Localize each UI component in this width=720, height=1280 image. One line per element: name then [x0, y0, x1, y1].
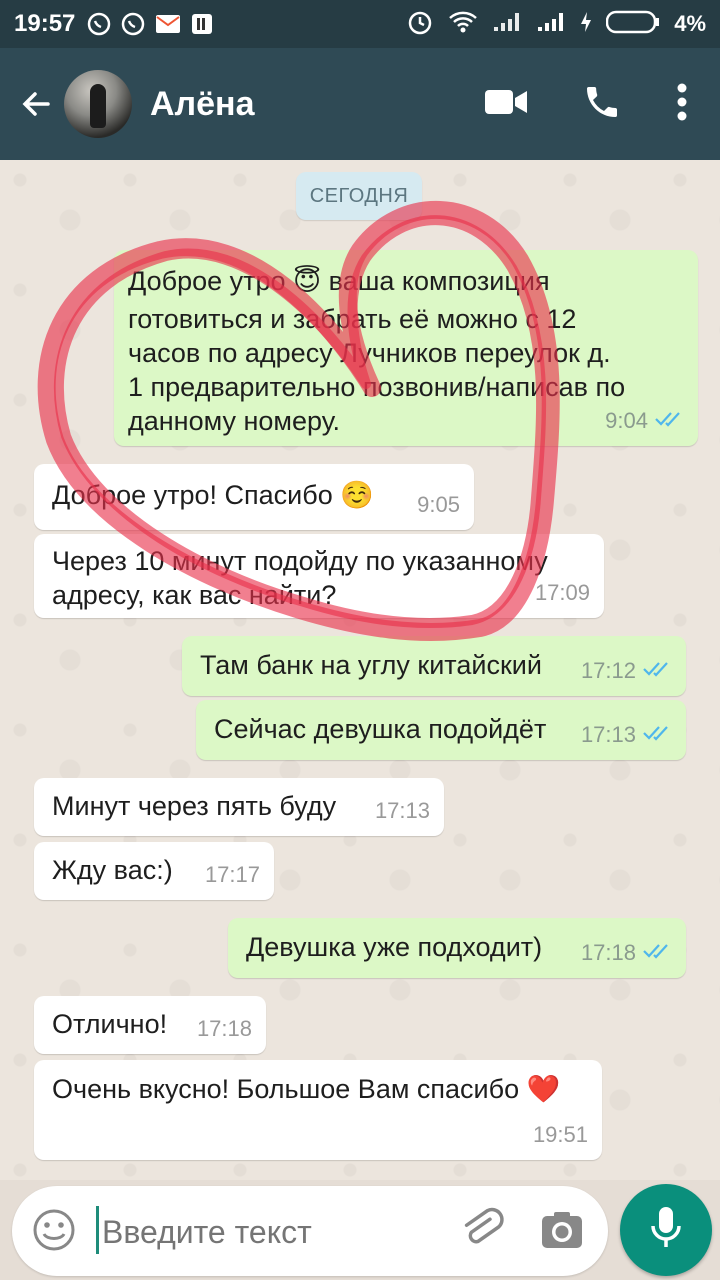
- double-check-icon: [642, 936, 672, 970]
- message-time: 19:51: [532, 1122, 588, 1147]
- message-incoming[interactable]: Жду вас:) 17:17: [34, 842, 274, 900]
- text-cursor: [96, 1206, 99, 1254]
- message-time: 9:05: [417, 492, 460, 517]
- message-text: Через 10 минут подойду по указанному: [52, 546, 548, 576]
- message-text: Девушка уже подходит): [246, 932, 543, 962]
- message-input[interactable]: [100, 1208, 434, 1256]
- message-input-container[interactable]: [12, 1186, 608, 1276]
- status-time: 19:57: [14, 10, 76, 37]
- emoji-icon[interactable]: [32, 1208, 76, 1257]
- message-outgoing[interactable]: Доброе утро 😇 ваша композиция готовиться…: [114, 250, 698, 446]
- video-call-icon[interactable]: [484, 87, 528, 122]
- avatar[interactable]: [64, 70, 132, 138]
- message-time: 17:13: [580, 722, 636, 747]
- message-incoming[interactable]: Отлично! 17:18: [34, 996, 266, 1054]
- attach-icon[interactable]: [458, 1206, 506, 1259]
- phone-icon[interactable]: [582, 82, 622, 127]
- mic-icon: [648, 1204, 684, 1257]
- message-incoming[interactable]: Минут через пять буду 17:13: [34, 778, 444, 836]
- message-text: Там банк на углу китайский: [200, 650, 542, 680]
- contact-name[interactable]: Алёна: [150, 85, 255, 124]
- message-text: Жду вас:): [52, 855, 173, 885]
- message-text: Доброе утро! Спасибо ☺️: [52, 480, 374, 510]
- message-text: Доброе утро 😇 ваша композиция: [128, 266, 550, 296]
- camera-icon[interactable]: [538, 1206, 586, 1259]
- input-bar: [0, 1180, 720, 1280]
- message-text: Отлично!: [52, 1009, 168, 1039]
- message-time: 17:12: [580, 658, 636, 683]
- whatsapp-icon: [87, 12, 111, 36]
- message-text: часов по адресу Лучников переулок д.: [128, 338, 611, 368]
- more-icon[interactable]: [676, 83, 688, 126]
- message-text: данному номеру.: [128, 406, 340, 436]
- message-time: 17:18: [196, 1016, 252, 1041]
- mic-button[interactable]: [620, 1184, 712, 1276]
- double-check-icon: [642, 718, 672, 752]
- message-outgoing[interactable]: Сейчас девушка подойдёт 17:13: [196, 700, 686, 760]
- charging-icon: [580, 11, 592, 38]
- message-time: 9:04: [605, 408, 648, 433]
- message-text: 1 предварительно позвонив/написав по: [128, 372, 626, 402]
- message-text: адресу, как вас найти?: [52, 580, 337, 610]
- double-check-icon: [654, 404, 684, 438]
- message-time: 17:18: [580, 940, 636, 965]
- alarm-icon: [406, 8, 434, 41]
- chat-header: Алёна: [0, 48, 720, 160]
- message-outgoing[interactable]: Девушка уже подходит) 17:18: [228, 918, 686, 978]
- signal-icon: [492, 11, 522, 38]
- message-time: 17:17: [204, 862, 260, 887]
- message-incoming[interactable]: Доброе утро! Спасибо ☺️ 9:05: [34, 464, 474, 530]
- battery-icon: [605, 10, 660, 39]
- message-text: готовиться и забрать её можно с 12: [128, 304, 577, 334]
- message-incoming[interactable]: Через 10 минут подойду по указанному адр…: [34, 534, 604, 618]
- double-check-icon: [642, 654, 672, 688]
- message-text: Минут через пять буду: [52, 791, 337, 821]
- message-incoming[interactable]: Очень вкусно! Большое Вам спасибо ❤️ 19:…: [34, 1060, 602, 1160]
- message-time: 17:09: [534, 580, 590, 605]
- back-arrow-icon[interactable]: [14, 82, 58, 126]
- app-icon: [191, 13, 213, 35]
- status-bar: 19:57 4%: [0, 0, 720, 48]
- message-text: Сейчас девушка подойдёт: [214, 714, 547, 744]
- whatsapp-icon: [121, 12, 145, 36]
- message-text: Очень вкусно! Большое Вам спасибо ❤️: [52, 1074, 561, 1104]
- signal-icon: [536, 11, 566, 38]
- date-chip: СЕГОДНЯ: [296, 172, 422, 220]
- wifi-icon: [448, 10, 478, 39]
- battery-percent: 4%: [674, 11, 706, 36]
- mail-icon: [155, 14, 181, 34]
- message-outgoing[interactable]: Там банк на углу китайский 17:12: [182, 636, 686, 696]
- message-time: 17:13: [374, 798, 430, 823]
